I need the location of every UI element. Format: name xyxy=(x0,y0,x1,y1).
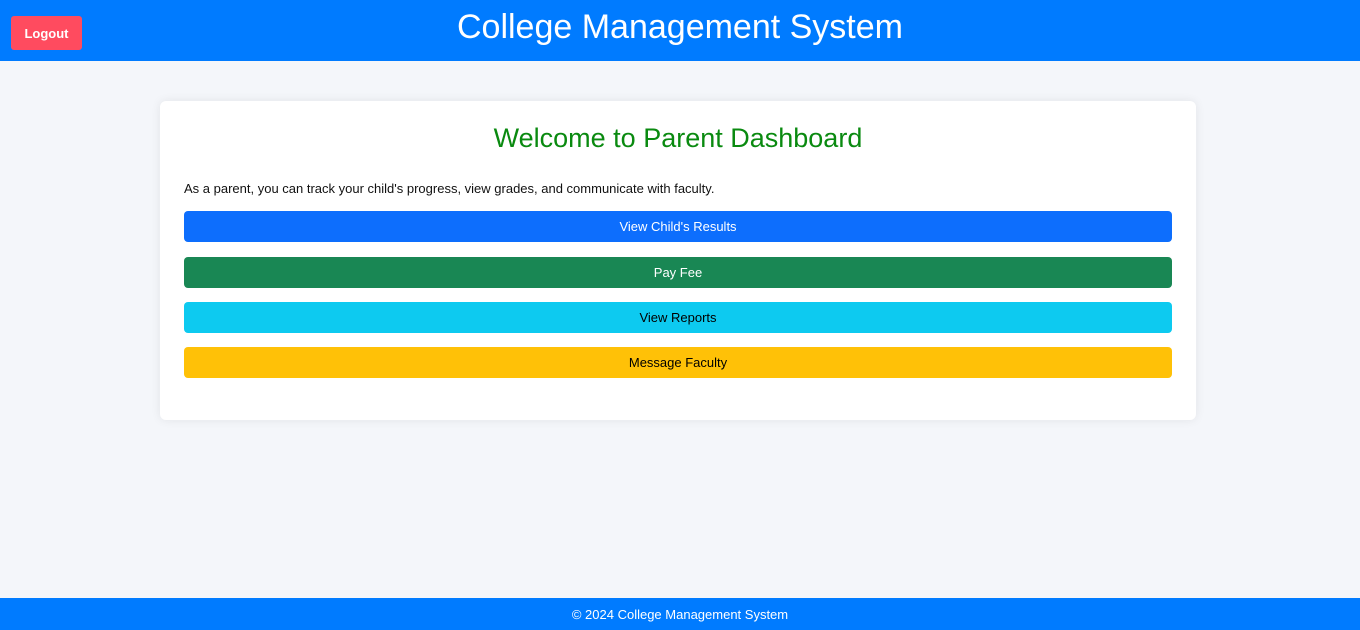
message-faculty-button[interactable]: Message Faculty xyxy=(184,347,1172,378)
top-header: Logout College Management System xyxy=(0,0,1360,61)
view-reports-button[interactable]: View Reports xyxy=(184,302,1172,333)
pay-fee-button[interactable]: Pay Fee xyxy=(184,257,1172,288)
app-title: College Management System xyxy=(456,8,903,46)
dashboard-description: As a parent, you can track your child's … xyxy=(184,181,715,196)
footer: © 2024 College Management System xyxy=(0,598,1360,630)
dashboard-title: Welcome to Parent Dashboard xyxy=(493,123,863,153)
view-childs-results-button[interactable]: View Child's Results xyxy=(184,211,1172,242)
footer-copyright: © 2024 College Management System xyxy=(571,607,789,622)
dashboard-card: Welcome to Parent Dashboard As a parent,… xyxy=(160,101,1196,420)
